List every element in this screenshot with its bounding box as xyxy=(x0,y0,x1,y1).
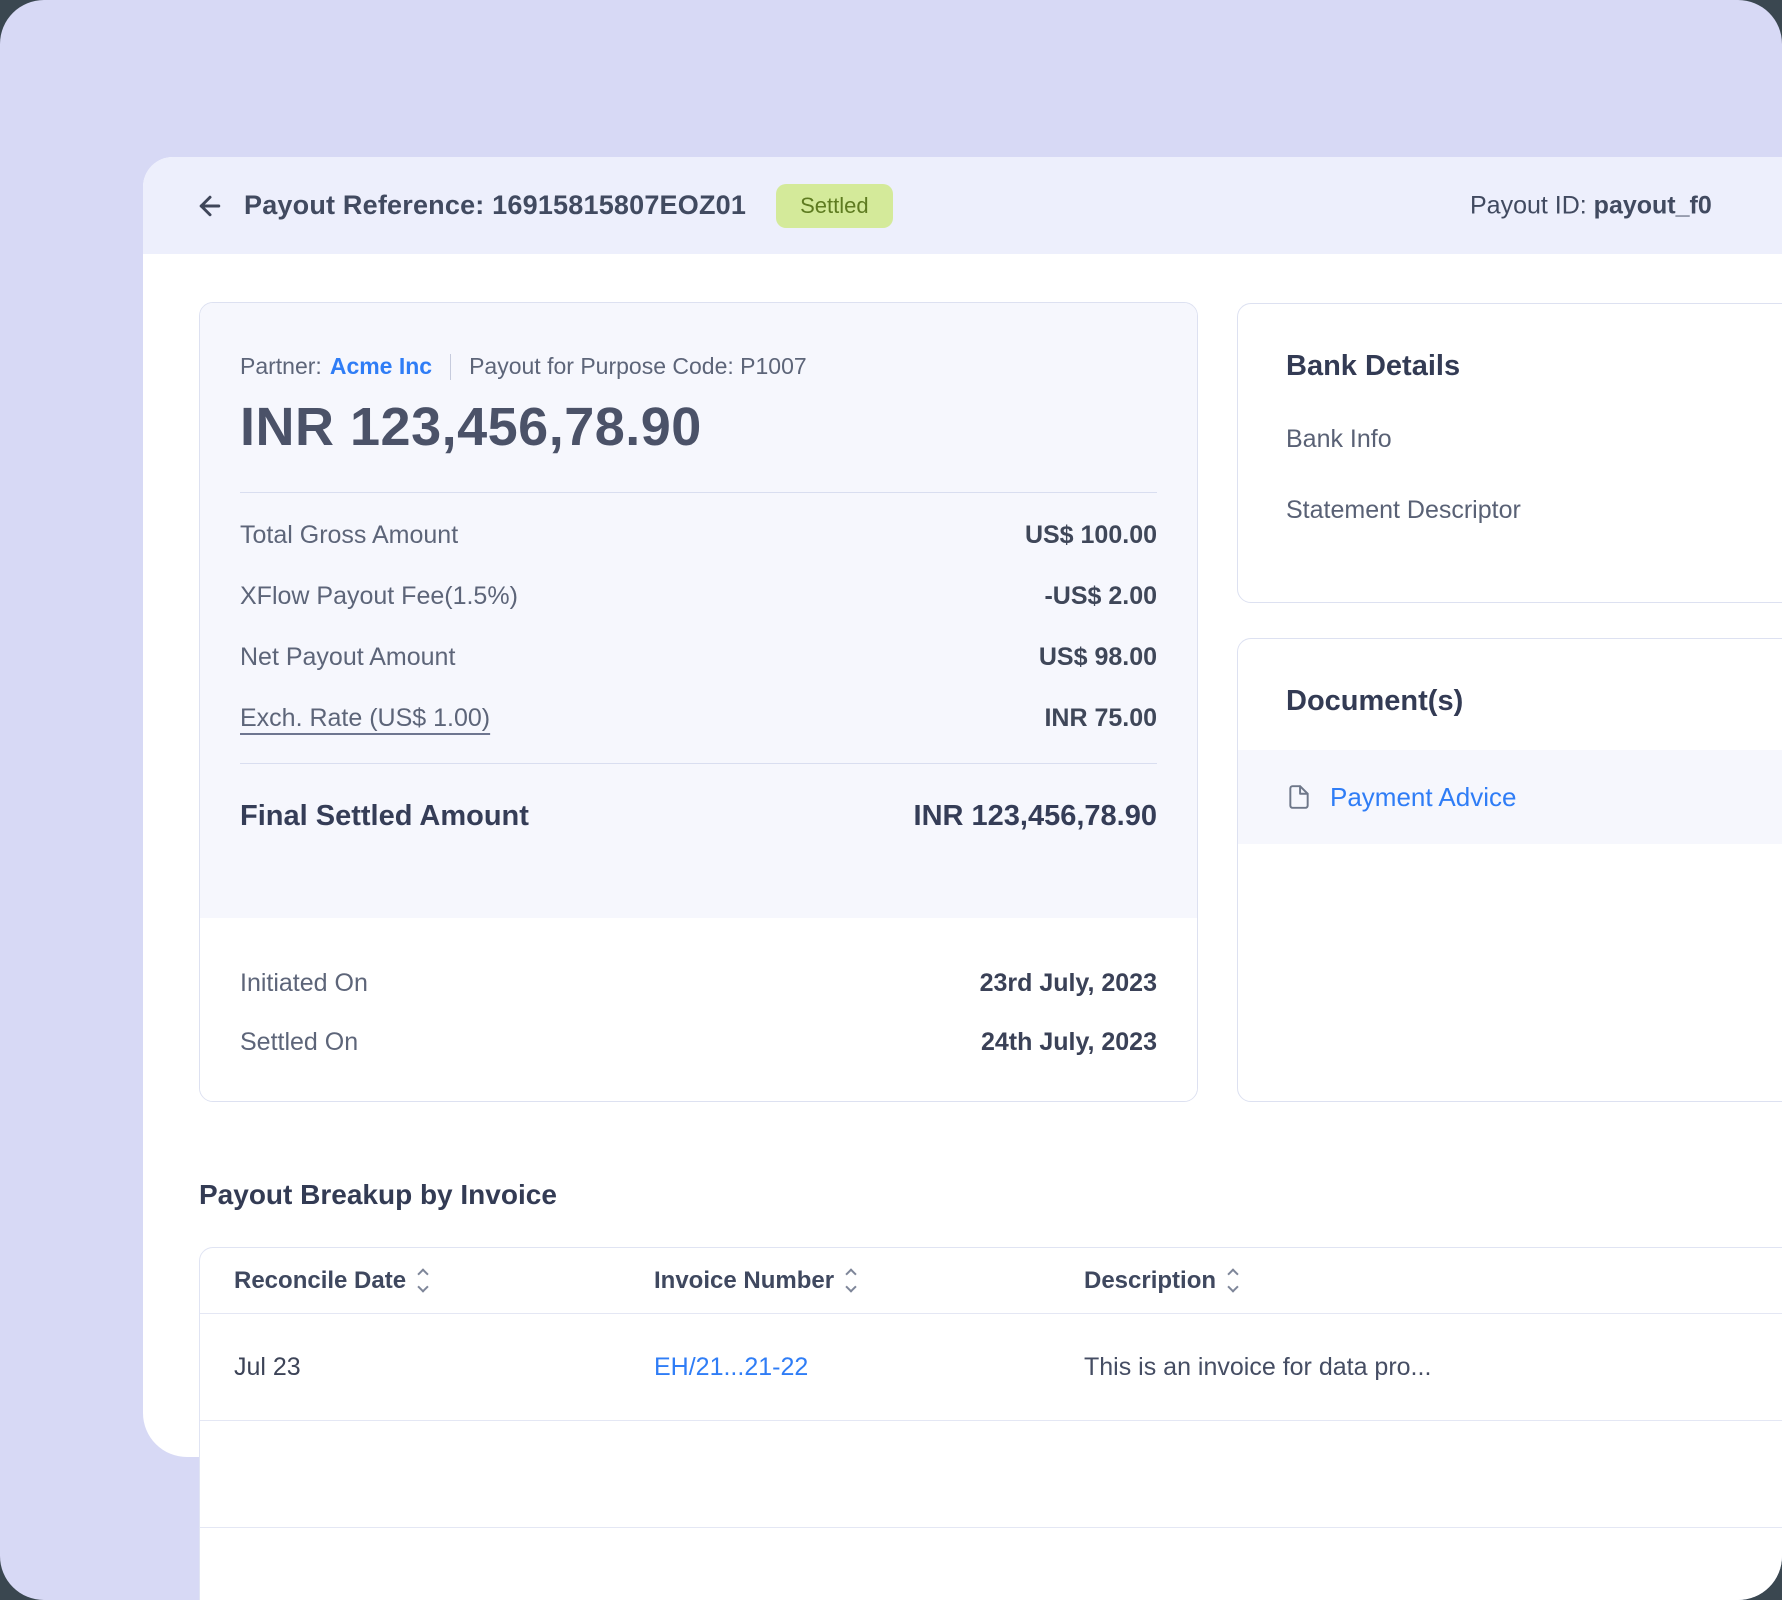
settled-on-row: Settled On 24th July, 2023 xyxy=(240,1013,1157,1072)
table-row-partial xyxy=(200,1421,1782,1528)
payout-detail-panel: Payout Reference: 16915815807EOZ01 Settl… xyxy=(143,157,1782,1457)
payment-advice-link[interactable]: Payment Advice xyxy=(1330,782,1516,813)
payment-advice-row[interactable]: Payment Advice xyxy=(1238,750,1782,844)
reconcile-date-cell: Jul 23 xyxy=(234,1353,654,1382)
fee-value: -US$ 2.00 xyxy=(1044,582,1157,611)
status-badge: Settled xyxy=(776,184,893,228)
fee-row-exchange-rate: Exch. Rate (US$ 1.00) INR 75.00 xyxy=(240,688,1157,749)
fee-breakdown: Total Gross Amount US$ 100.00 XFlow Payo… xyxy=(240,505,1157,749)
payout-id-value: payout_f0 xyxy=(1594,191,1712,219)
page-title: Payout Reference: 16915815807EOZ01 xyxy=(244,190,746,221)
column-header-reconcile-date[interactable]: Reconcile Date xyxy=(234,1267,654,1295)
invoice-breakup-title: Payout Breakup by Invoice xyxy=(199,1179,557,1211)
final-settled-value: INR 123,456,78.90 xyxy=(914,800,1157,833)
fee-label: XFlow Payout Fee(1.5%) xyxy=(240,582,518,611)
final-settled-label: Final Settled Amount xyxy=(240,800,529,833)
statement-descriptor-item[interactable]: Statement Descriptor xyxy=(1286,496,1782,525)
partner-label: Partner: xyxy=(240,353,322,380)
partner-link[interactable]: Acme Inc xyxy=(330,353,432,380)
payout-amount: INR 123,456,78.90 xyxy=(240,396,1157,458)
page-background: Payout Reference: 16915815807EOZ01 Settl… xyxy=(0,0,1782,1600)
divider xyxy=(240,492,1157,493)
table-row: Jul 23 EH/21...21-22 This is an invoice … xyxy=(200,1314,1782,1421)
payout-id: Payout ID: payout_f0 xyxy=(1470,191,1712,220)
initiated-on-row: Initiated On 23rd July, 2023 xyxy=(240,954,1157,1013)
column-label: Description xyxy=(1084,1267,1216,1295)
date-label: Initiated On xyxy=(240,969,368,998)
divider xyxy=(240,763,1157,764)
bank-info-item[interactable]: Bank Info xyxy=(1286,425,1782,454)
payout-id-label: Payout ID: xyxy=(1470,191,1594,219)
divider xyxy=(450,354,451,380)
final-settled-row: Final Settled Amount INR 123,456,78.90 xyxy=(240,800,1157,833)
purpose-code-text: Payout for Purpose Code: P1007 xyxy=(469,353,807,380)
invoice-table: Reconcile Date Invoice Number Descriptio… xyxy=(199,1247,1782,1600)
table-header-row: Reconcile Date Invoice Number Descriptio… xyxy=(200,1248,1782,1314)
bank-details-card: Bank Details Bank Info Statement Descrip… xyxy=(1237,303,1782,603)
date-value: 24th July, 2023 xyxy=(981,1028,1157,1057)
exchange-rate-link[interactable]: Exch. Rate (US$ 1.00) xyxy=(240,704,490,733)
sort-icon xyxy=(847,1270,855,1291)
fee-row-net-amount: Net Payout Amount US$ 98.00 xyxy=(240,627,1157,688)
date-label: Settled On xyxy=(240,1028,358,1057)
fee-label: Net Payout Amount xyxy=(240,643,455,672)
partner-line: Partner: Acme Inc Payout for Purpose Cod… xyxy=(240,353,1157,380)
documents-title: Document(s) xyxy=(1238,685,1782,718)
dates-section: Initiated On 23rd July, 2023 Settled On … xyxy=(200,918,1197,1102)
date-value: 23rd July, 2023 xyxy=(980,969,1157,998)
sort-icon xyxy=(1229,1270,1237,1291)
sort-icon xyxy=(419,1270,427,1291)
file-icon xyxy=(1286,784,1312,810)
fee-value: US$ 98.00 xyxy=(1039,643,1157,672)
page-header: Payout Reference: 16915815807EOZ01 Settl… xyxy=(143,157,1782,254)
bank-details-title: Bank Details xyxy=(1286,350,1782,383)
documents-card: Document(s) Payment Advice xyxy=(1237,638,1782,1102)
summary-section: Partner: Acme Inc Payout for Purpose Cod… xyxy=(200,303,1197,918)
fee-value: INR 75.00 xyxy=(1044,704,1157,733)
column-header-description[interactable]: Description xyxy=(1084,1267,1782,1295)
back-button[interactable] xyxy=(190,186,230,226)
fee-row-gross: Total Gross Amount US$ 100.00 xyxy=(240,505,1157,566)
invoice-number-link[interactable]: EH/21...21-22 xyxy=(654,1353,1084,1382)
column-header-invoice-number[interactable]: Invoice Number xyxy=(654,1267,1084,1295)
fee-row-payout-fee: XFlow Payout Fee(1.5%) -US$ 2.00 xyxy=(240,566,1157,627)
column-label: Reconcile Date xyxy=(234,1267,406,1295)
description-cell: This is an invoice for data pro... xyxy=(1084,1353,1782,1382)
payout-summary-card: Partner: Acme Inc Payout for Purpose Cod… xyxy=(199,302,1198,1102)
fee-value: US$ 100.00 xyxy=(1025,521,1157,550)
column-label: Invoice Number xyxy=(654,1267,834,1295)
arrow-left-icon xyxy=(195,191,225,221)
fee-label: Total Gross Amount xyxy=(240,521,458,550)
